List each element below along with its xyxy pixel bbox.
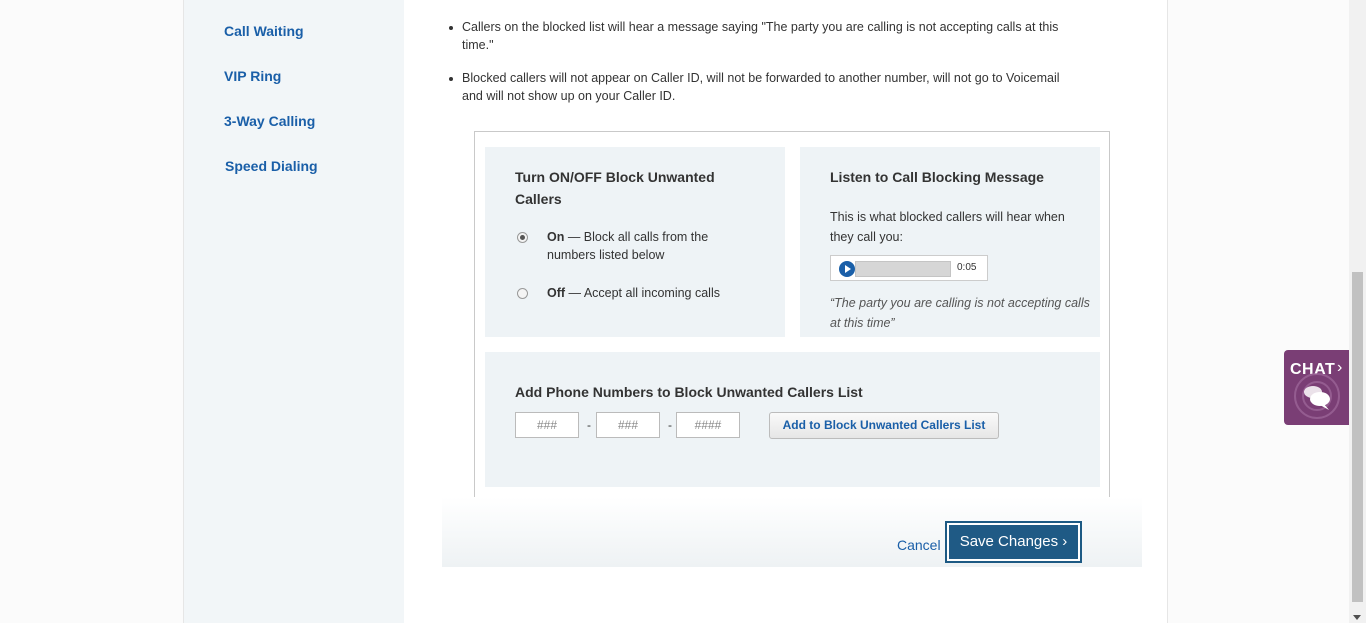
- add-to-block-list-button[interactable]: Add to Block Unwanted Callers List: [769, 412, 999, 439]
- radio-off-label[interactable]: Off — Accept all incoming calls: [547, 284, 767, 302]
- sidebar: Call Waiting VIP Ring 3-Way Calling Spee…: [184, 0, 404, 623]
- save-changes-button[interactable]: Save Changes ›: [949, 525, 1078, 559]
- scroll-down-icon[interactable]: [1353, 615, 1361, 620]
- separator: -: [668, 418, 672, 432]
- toggle-panel: Turn ON/OFF Block Unwanted Callers On — …: [485, 147, 785, 337]
- audio-player: 0:05: [830, 255, 988, 281]
- info-bullet: Callers on the blocked list will hear a …: [442, 18, 1062, 54]
- message-panel: Listen to Call Blocking Message This is …: [800, 147, 1100, 337]
- audio-duration: 0:05: [957, 262, 977, 273]
- block-callers-box: Turn ON/OFF Block Unwanted Callers On — …: [474, 131, 1110, 498]
- separator: -: [587, 418, 591, 432]
- main-content: Callers on the blocked list will hear a …: [404, 0, 1167, 623]
- sidebar-item-speed-dialing[interactable]: Speed Dialing: [225, 158, 318, 174]
- message-panel-title: Listen to Call Blocking Message: [830, 169, 1044, 185]
- message-description: This is what blocked callers will hear w…: [830, 210, 1065, 244]
- line-number-input[interactable]: [676, 412, 740, 438]
- message-quote: “The party you are calling is not accept…: [830, 296, 1090, 330]
- cancel-link[interactable]: Cancel: [897, 537, 941, 553]
- sidebar-item-vip-ring[interactable]: VIP Ring: [224, 68, 281, 84]
- info-bullet: Blocked callers will not appear on Calle…: [442, 69, 1062, 105]
- play-icon[interactable]: [839, 261, 855, 277]
- radio-off[interactable]: [517, 288, 528, 299]
- page-container: Call Waiting VIP Ring 3-Way Calling Spee…: [183, 0, 1168, 623]
- chat-bubbles-icon: [1294, 373, 1340, 419]
- chevron-right-icon: ›: [1062, 533, 1068, 550]
- save-button-focus-ring: Save Changes ›: [945, 521, 1082, 563]
- area-code-input[interactable]: [515, 412, 579, 438]
- save-changes-label: Save Changes: [959, 533, 1059, 550]
- sidebar-item-call-waiting[interactable]: Call Waiting: [224, 23, 304, 39]
- scroll-thumb[interactable]: [1352, 272, 1363, 602]
- prefix-input[interactable]: [596, 412, 660, 438]
- radio-on-label[interactable]: On — Block all calls from the numbers li…: [547, 228, 757, 264]
- audio-progress-track[interactable]: [855, 261, 951, 277]
- add-numbers-panel: Add Phone Numbers to Block Unwanted Call…: [485, 352, 1100, 487]
- scrollbar[interactable]: [1349, 0, 1366, 623]
- add-numbers-title: Add Phone Numbers to Block Unwanted Call…: [515, 384, 863, 400]
- chat-widget[interactable]: CHAT ›: [1284, 350, 1350, 425]
- toggle-panel-title: Turn ON/OFF Block Unwanted Callers: [515, 169, 715, 207]
- radio-on[interactable]: [517, 232, 528, 243]
- sidebar-item-3-way-calling[interactable]: 3-Way Calling: [224, 113, 315, 129]
